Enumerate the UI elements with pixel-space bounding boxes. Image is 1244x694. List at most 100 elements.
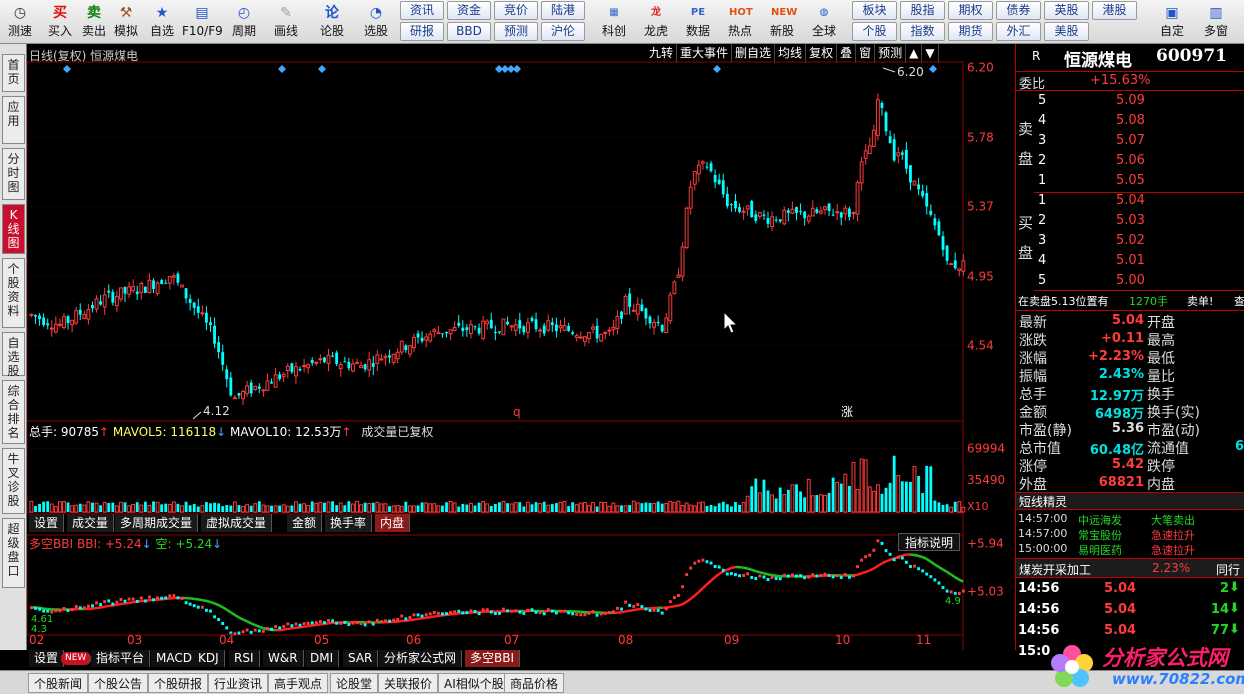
left-tab-0[interactable]: 首页: [2, 54, 25, 92]
toolbar-small-button[interactable]: 研报: [400, 22, 444, 41]
toolbar-small-button[interactable]: 资讯: [400, 1, 444, 20]
volume-subtab[interactable]: 内盘: [375, 514, 411, 532]
toolbar-small-button[interactable]: 英股: [1044, 1, 1089, 20]
left-tab-1[interactable]: 应用: [2, 96, 25, 144]
left-tab-7[interactable]: 牛叉诊股: [2, 448, 25, 514]
short-term-title[interactable]: 短线精灵: [1016, 492, 1244, 510]
toolbar-button3-1[interactable]: ▥ 多窗: [1196, 2, 1236, 42]
news-tab[interactable]: 个股公告: [88, 673, 149, 693]
indicator-tab[interactable]: KDJ: [193, 650, 225, 667]
sector-row[interactable]: 煤炭开采加工 2.23% 同行: [1016, 558, 1244, 578]
toolbar-button2-5[interactable]: ◍ 全球: [804, 2, 844, 42]
volume-subtab[interactable]: 成交量: [67, 514, 115, 532]
ask-row[interactable]: 4 5.08: [1016, 112, 1244, 130]
ask-row[interactable]: 5 5.09: [1016, 92, 1244, 110]
toolbar-button-6[interactable]: ◴ 周期: [224, 2, 264, 42]
toolbar-button-9[interactable]: ◔ 选股: [356, 2, 396, 42]
volume-subtab[interactable]: 换手率: [325, 514, 373, 532]
left-tab-3[interactable]: K线图: [2, 204, 25, 254]
ask-row[interactable]: 1 5.05: [1016, 172, 1244, 190]
toolbar-button2-2[interactable]: PE 数据: [678, 2, 718, 42]
toolbar-small-button[interactable]: 陆港: [541, 1, 585, 20]
toolbar-small-button[interactable]: 资金: [447, 1, 491, 20]
toolbar-button-0[interactable]: ◷ 测速: [0, 2, 40, 42]
toolbar-small-button[interactable]: 外汇: [996, 22, 1041, 41]
left-tab-4[interactable]: 个股资料: [2, 258, 25, 328]
toolbar-small-button[interactable]: 板块: [852, 1, 897, 20]
news-tab[interactable]: 行业资讯: [208, 673, 269, 693]
chart-svg[interactable]: 6.20 5.78 5.37 4.95 4.54 6.20 4.12 q 涨 69994 35490…: [27, 44, 1015, 650]
indicator-help-button[interactable]: 指标说明: [898, 533, 961, 551]
indicator-tab[interactable]: 指标平台: [91, 650, 151, 667]
indicator-tab[interactable]: DMI: [305, 650, 340, 667]
candle-body: [294, 366, 298, 377]
volume-bar: [506, 503, 509, 512]
news-tab[interactable]: 论股堂: [330, 673, 379, 693]
short-term-item[interactable]: 14:57:00 常宝股份 急速拉升: [1016, 527, 1244, 542]
bid-level: 1: [1038, 193, 1047, 208]
indicator-tab[interactable]: SAR: [343, 650, 379, 667]
bid-row[interactable]: 2 5.03: [1016, 212, 1244, 230]
volume-subtab[interactable]: 多周期成交量: [115, 514, 199, 532]
toolbar-small-button[interactable]: 股指: [900, 1, 945, 20]
volume-bar: [635, 502, 640, 513]
big-order-notice[interactable]: 在卖盘5.13位置有 1270手 卖单! 查: [1016, 291, 1244, 309]
toolbar-button2-4[interactable]: NEW 新股: [762, 2, 802, 42]
volume-bar: [871, 490, 876, 513]
toolbar-small-button[interactable]: 指数: [900, 22, 945, 41]
news-tab[interactable]: 个股研报: [148, 673, 209, 693]
indicator-tab[interactable]: RSI: [229, 650, 260, 667]
toolbar-small-button[interactable]: 沪伦: [541, 22, 585, 41]
news-tab[interactable]: 商品价格: [504, 673, 565, 693]
indicator-tab[interactable]: MACD: [151, 650, 198, 667]
kline-chart-area[interactable]: 日线(复权) 恒源煤电 九转 重大事件 删自选 均线 复权叠窗预测 ▲ ▼ 6.20 5.78…: [27, 44, 1015, 667]
news-tab[interactable]: 高手观点: [268, 673, 329, 693]
toolbar-small-button[interactable]: 预测: [494, 22, 538, 41]
bid-row[interactable]: 1 5.04: [1016, 192, 1244, 210]
bid-row[interactable]: 3 5.02: [1016, 232, 1244, 250]
bid-row[interactable]: 5 5.00: [1016, 272, 1244, 290]
indicator-tab[interactable]: 多空BBI: [465, 650, 521, 667]
volume-subtab[interactable]: 设置: [29, 514, 65, 532]
ask-row[interactable]: 2 5.06: [1016, 152, 1244, 170]
left-tab-5[interactable]: 自选股: [2, 332, 25, 378]
toolbar-button2-1[interactable]: 龙龙虎: [636, 2, 676, 42]
toolbar-small-button[interactable]: BBD: [447, 22, 491, 41]
toolbar-button2-0[interactable]: ▦ 科创: [594, 2, 634, 42]
toolbar-small-button[interactable]: 债券: [996, 1, 1041, 20]
indicator-tab[interactable]: W&R: [263, 650, 304, 667]
volume-bar: [375, 501, 380, 513]
indicator-tab[interactable]: 设置: [29, 650, 65, 667]
ask-row[interactable]: 3 5.07: [1016, 132, 1244, 150]
bid-row[interactable]: 4 5.01: [1016, 252, 1244, 270]
left-tab-6[interactable]: 综合排名: [2, 380, 25, 444]
left-tab-2[interactable]: 分时图: [2, 148, 25, 200]
indicator-tab[interactable]: 分析家公式网: [379, 650, 463, 667]
toolbar-button3-0[interactable]: ▣ 自定: [1152, 2, 1192, 42]
news-tab[interactable]: 关联报价: [378, 673, 439, 693]
left-tab-8[interactable]: 超级盘口: [2, 518, 25, 588]
toolbar-button-5[interactable]: ▤ F10/F9: [182, 2, 223, 42]
toolbar-button-8[interactable]: 论论股: [312, 2, 352, 42]
toolbar-small-button[interactable]: 期权: [948, 1, 993, 20]
toolbar-small-button[interactable]: 竞价: [494, 1, 538, 20]
toolbar-small-button[interactable]: 美股: [1044, 22, 1089, 41]
sector-peers[interactable]: 同行: [1216, 561, 1240, 578]
short-term-item[interactable]: 14:57:00 中远海发 大笔卖出: [1016, 512, 1244, 527]
short-term-item[interactable]: 15:00:00 易明医药 急速拉升: [1016, 542, 1244, 557]
toolbar-button-3[interactable]: ⚒ 模拟: [106, 2, 146, 42]
toolbar-small-button[interactable]: 个股: [852, 22, 897, 41]
news-tab[interactable]: AI相似个股: [438, 673, 510, 693]
toolbar-small-button[interactable]: 港股: [1092, 1, 1137, 20]
toolbar-button-4[interactable]: ★ 自选: [142, 2, 182, 42]
bbi-line-segment: [726, 566, 732, 571]
volume-subtab[interactable]: 金额: [287, 514, 323, 532]
news-tab[interactable]: 个股新闻: [28, 673, 89, 693]
toolbar-button-7[interactable]: ✎ 画线: [266, 2, 306, 42]
bbi-price-dot: [672, 596, 676, 600]
volume-subtab[interactable]: 虚拟成交量: [201, 514, 273, 532]
volume-bar: [34, 505, 37, 512]
toolbar-button2-3[interactable]: HOT 热点: [720, 2, 760, 42]
notice-more[interactable]: 查: [1234, 293, 1244, 309]
toolbar-small-button[interactable]: 期货: [948, 22, 993, 41]
